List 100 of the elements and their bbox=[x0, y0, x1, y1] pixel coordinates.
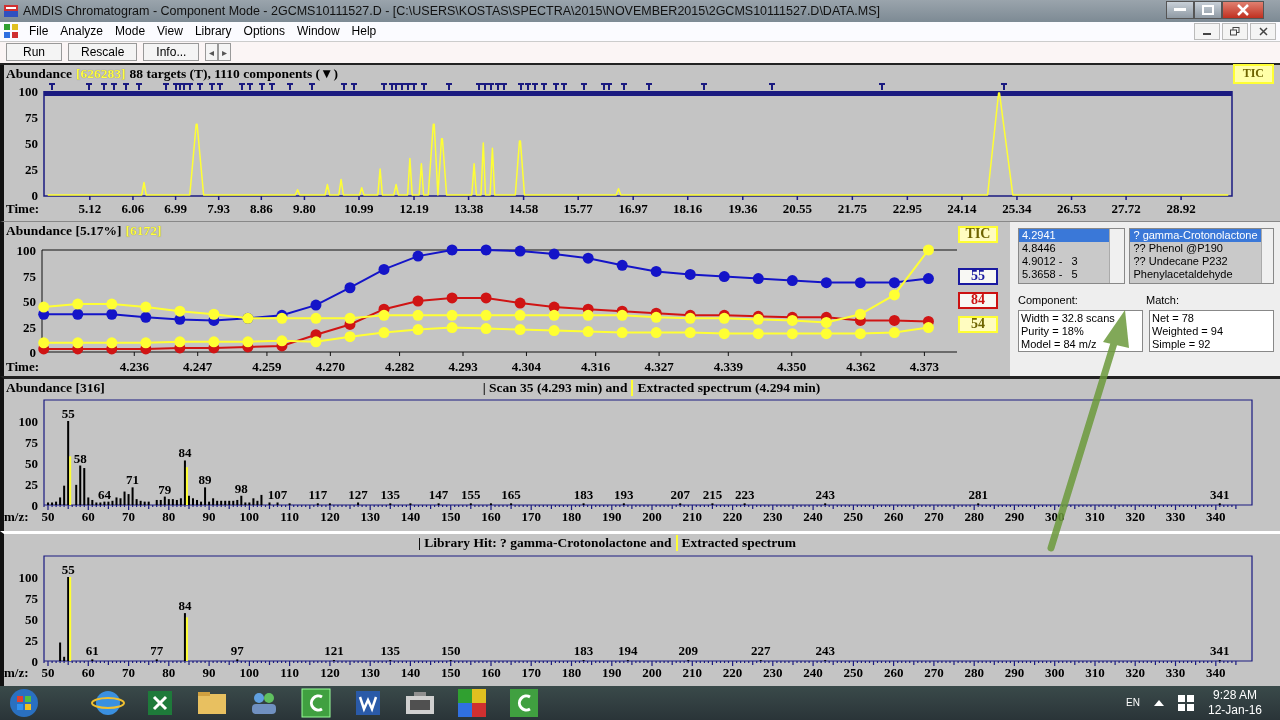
axis-tick-label: 100 bbox=[18, 569, 38, 585]
axis-tick-label: 280 bbox=[964, 508, 984, 524]
axis-label: Time: bbox=[6, 200, 39, 216]
axis-tick-label: 330 bbox=[1165, 508, 1186, 524]
total-abundance: [626283] bbox=[76, 65, 126, 82]
axis-tick-label: 4.362 bbox=[846, 358, 876, 374]
peak-label: 135 bbox=[380, 486, 401, 502]
axis-tick-label: 50 bbox=[25, 135, 38, 151]
axis-tick-label: 300 bbox=[1044, 664, 1065, 680]
axis-tick-label: 50 bbox=[25, 611, 38, 627]
axis-label: Time: bbox=[6, 358, 39, 374]
axis-tick-label: 4.316 bbox=[581, 358, 611, 374]
axis-tick-label: 230 bbox=[763, 508, 783, 524]
peak-label: 55 bbox=[61, 561, 75, 577]
field-label: Component: bbox=[1018, 293, 1079, 306]
peak-label: 150 bbox=[440, 642, 461, 658]
axis-tick-label: 280 bbox=[964, 664, 984, 680]
axis-tick-label: 4.339 bbox=[713, 358, 743, 374]
axis-tick-label: 25 bbox=[25, 161, 38, 177]
peak-label: 127 bbox=[348, 486, 368, 502]
axis-tick-label: 60 bbox=[81, 664, 95, 680]
peak-label: 209 bbox=[678, 642, 698, 658]
axis-tick-label: 260 bbox=[883, 508, 904, 524]
axis-tick-label: 4.373 bbox=[909, 358, 939, 374]
info-line: Weighted = 94 bbox=[1152, 324, 1225, 338]
peak-label: 84 bbox=[178, 445, 192, 461]
peak-label: 193 bbox=[614, 486, 634, 502]
axis-tick-label: 330 bbox=[1165, 664, 1186, 680]
axis-tick-label: 12.19 bbox=[399, 200, 429, 216]
info-line: Purity = 18% bbox=[1021, 324, 1085, 338]
axis-tick-label: 50 bbox=[25, 455, 38, 471]
peak-label: 71 bbox=[126, 472, 140, 488]
axis-tick-label: 100 bbox=[16, 242, 36, 258]
axis-tick-label: 6.06 bbox=[121, 200, 145, 216]
spectrum-title: Extracted spectrum bbox=[675, 534, 796, 551]
peak-label: 97 bbox=[230, 642, 244, 658]
axis-tick-label: 230 bbox=[763, 664, 783, 680]
axis-tick-label: 100 bbox=[239, 508, 260, 524]
axis-tick-label: 170 bbox=[521, 508, 541, 524]
peak-label: 243 bbox=[815, 486, 835, 502]
peak-label: 223 bbox=[734, 486, 755, 502]
axis-tick-label: 4.350 bbox=[777, 358, 807, 374]
axis-tick-label: 270 bbox=[924, 508, 944, 524]
axis-title: Abundance [316] bbox=[6, 379, 105, 396]
axis-tick-label: 90 bbox=[202, 664, 216, 680]
axis-tick-label: 4.259 bbox=[252, 358, 282, 374]
peak-label: 117 bbox=[308, 486, 328, 502]
peak-label: 215 bbox=[702, 486, 723, 502]
axis-tick-label: 70 bbox=[122, 508, 136, 524]
peak-label: 107 bbox=[267, 486, 288, 502]
axis-tick-label: 50 bbox=[41, 508, 55, 524]
axis-tick-label: 50 bbox=[41, 664, 55, 680]
peak-label: 147 bbox=[428, 486, 449, 502]
peak-label: 89 bbox=[198, 472, 212, 488]
axis-tick-label: 15.77 bbox=[563, 200, 593, 216]
axis-tick-label: 150 bbox=[440, 508, 461, 524]
axis-tick-label: 110 bbox=[280, 664, 300, 680]
axis-tick-label: 0 bbox=[31, 653, 38, 669]
peak-label: 281 bbox=[968, 486, 988, 502]
axis-tick-label: 70 bbox=[122, 664, 136, 680]
peak-label: 121 bbox=[324, 642, 344, 658]
axis-tick-label: 320 bbox=[1125, 508, 1145, 524]
axis-tick-label: 120 bbox=[320, 664, 340, 680]
axis-label: m/z: bbox=[4, 664, 29, 680]
axis-tick-label: 120 bbox=[320, 508, 340, 524]
axis-tick-label: 24.14 bbox=[947, 200, 977, 216]
axis-tick-label: 180 bbox=[561, 664, 582, 680]
info-line: Width = 32.8 scans bbox=[1021, 311, 1116, 325]
axis-title: Abundance bbox=[6, 65, 73, 82]
axis-tick-label: 240 bbox=[803, 664, 823, 680]
spectrum-title: | Library Hit: ? gamma-Crotonolactone and bbox=[418, 534, 672, 551]
axis-tick-label: 6.99 bbox=[164, 200, 187, 216]
peak-label: 58 bbox=[73, 450, 87, 466]
axis-tick-label: 100 bbox=[18, 413, 38, 429]
axis-tick-label: 0 bbox=[31, 187, 38, 203]
axis-tick-label: 310 bbox=[1085, 664, 1105, 680]
axis-tick-label: 290 bbox=[1004, 664, 1025, 680]
axis-tick-label: 20.55 bbox=[782, 200, 812, 216]
axis-tick-label: 210 bbox=[682, 664, 703, 680]
peak-label: 77 bbox=[150, 642, 164, 658]
axis-tick-label: 19.36 bbox=[728, 200, 758, 216]
axis-tick-label: 60 bbox=[81, 508, 95, 524]
axis-tick-label: 4.247 bbox=[183, 358, 213, 374]
axis-tick-label: 140 bbox=[400, 508, 421, 524]
axis-tick-label: 210 bbox=[682, 508, 703, 524]
axis-tick-label: 50 bbox=[23, 293, 36, 309]
axis-tick-label: 27.72 bbox=[1111, 200, 1141, 216]
peak-label: 207 bbox=[670, 486, 690, 502]
axis-tick-label: 250 bbox=[843, 664, 864, 680]
axis-tick-label: 18.16 bbox=[673, 200, 703, 216]
axis-tick-label: 9.80 bbox=[293, 200, 316, 216]
axis-tick-label: 10.99 bbox=[344, 200, 374, 216]
axis-tick-label: 7.93 bbox=[207, 200, 231, 216]
axis-tick-label: 130 bbox=[360, 664, 380, 680]
axis-tick-label: 75 bbox=[23, 268, 36, 284]
axis-tick-label: 240 bbox=[803, 508, 823, 524]
axis-tick-label: 100 bbox=[18, 83, 38, 99]
axis-tick-label: 4.236 bbox=[119, 358, 149, 374]
axis-tick-label: 220 bbox=[722, 508, 743, 524]
axis-tick-label: 90 bbox=[202, 508, 216, 524]
